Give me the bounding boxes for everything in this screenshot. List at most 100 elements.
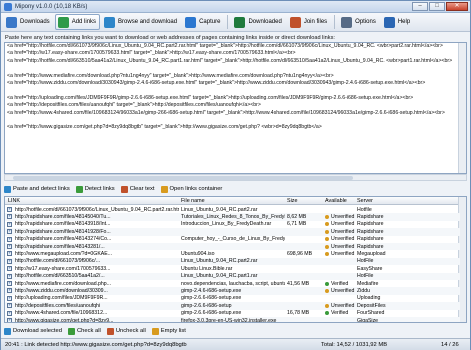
table-row[interactable]: http://www.ziddu.com/download/30309... gi…: [5, 287, 460, 295]
cell-server: Mediafire: [357, 280, 379, 287]
cell-available: Verified: [331, 310, 349, 317]
row-checkbox[interactable]: [7, 295, 12, 301]
row-checkbox[interactable]: [7, 258, 12, 264]
paste-text-line: <a href="http://uploading.com/files/JDM9…: [7, 94, 414, 101]
cell-size: 16,78 MB: [287, 310, 310, 317]
table-row[interactable]: http://rapidshare.com/files/48143281/...…: [5, 243, 460, 251]
paste-vertical-scrollbar[interactable]: [458, 43, 466, 173]
cell-link: http://rapidshare.com/files/48143281/...: [15, 243, 105, 250]
clear-text-button[interactable]: Clear text: [120, 185, 155, 193]
row-checkbox[interactable]: [7, 207, 12, 212]
minimize-button[interactable]: ‒: [412, 2, 428, 11]
column-header-file[interactable]: File name: [181, 198, 205, 204]
paste-text-line: [5, 65, 466, 72]
table-row[interactable]: http://depositfiles.com/files/uanoufqhi g…: [5, 302, 460, 310]
table-row[interactable]: http://rapidshare.com/files/48145040/Tu.…: [5, 213, 460, 221]
empty-list-button[interactable]: Empty list: [151, 327, 186, 335]
table-row[interactable]: http://w17.easy-share.com/1700579633... U…: [5, 265, 460, 272]
verified-status-icon: [325, 311, 329, 316]
cell-server: Rapidshare: [357, 228, 384, 235]
cell-link: http://hotfile.com/dl/661073/9f906c/Linu…: [15, 206, 179, 213]
row-checkbox[interactable]: [7, 318, 12, 322]
table-row[interactable]: http://rapidshare.com/files/48143274/Co.…: [5, 236, 460, 243]
cell-link: http://w17.easy-share.com/1700579633...: [15, 265, 111, 272]
row-checkbox[interactable]: [7, 236, 12, 242]
folder-icon: [160, 185, 168, 193]
cell-server: FourShared: [357, 310, 385, 317]
unverified-status-icon: [325, 222, 329, 227]
cell-file: gimp-2.6.6-i686-setup.exe: [181, 310, 242, 317]
paste-text-line: <a href="http://www.mediafire.com/downlo…: [7, 72, 334, 79]
paste-textarea[interactable]: <a href="http://hotfile.com/dl/661073/9f…: [4, 42, 467, 174]
open-links-container-button[interactable]: Open links container: [160, 185, 222, 193]
toolbar-add-links-button[interactable]: Add links: [54, 14, 101, 30]
detect-icon: [75, 185, 83, 193]
row-checkbox[interactable]: [7, 288, 12, 294]
maximize-button[interactable]: □: [429, 2, 445, 11]
table-row[interactable]: http://www.mediafire.com/download.php...…: [5, 280, 460, 287]
toolbar-options-button[interactable]: Options: [338, 14, 380, 30]
detect-links-button[interactable]: Detect links: [75, 185, 115, 193]
row-checkbox[interactable]: [7, 244, 12, 249]
toolbar-join-files-button[interactable]: Join files: [287, 14, 331, 30]
cell-size: 6,71 MB: [287, 221, 307, 228]
paste-horizontal-scrollbar[interactable]: [4, 174, 467, 181]
table-row[interactable]: http://rapidshare.com/files/48143918/Int…: [5, 221, 460, 228]
row-checkbox[interactable]: [7, 229, 12, 235]
row-checkbox[interactable]: [7, 251, 12, 257]
title-bar: Mipony v1.0.0 (10,18 KB/s) ‒ □ ✕: [1, 1, 470, 13]
download-selected-button[interactable]: Download selected: [4, 327, 62, 335]
column-header-link[interactable]: LINK: [8, 198, 20, 204]
column-header-size[interactable]: Size: [287, 198, 298, 204]
window-title: Mipony v1.0.0 (10,18 KB/s): [15, 3, 88, 10]
unverified-status-icon: [325, 251, 329, 256]
row-checkbox[interactable]: [7, 303, 12, 309]
cell-server: Megaupload: [357, 250, 386, 257]
status-bar: 20:41 : Link detected http://www.gigasiz…: [1, 338, 470, 350]
row-checkbox[interactable]: [7, 266, 12, 272]
cell-server: DepositFiles: [357, 302, 386, 309]
column-header-available[interactable]: Available: [325, 198, 347, 204]
app-window: Mipony v1.0.0 (10,18 KB/s) ‒ □ ✕ Downloa…: [0, 0, 471, 350]
row-checkbox[interactable]: [7, 310, 12, 316]
check-all-button[interactable]: Check all: [67, 327, 101, 335]
toolbar-browse-button[interactable]: Browse and download: [101, 14, 181, 30]
uncheck-all-button[interactable]: Uncheck all: [106, 327, 146, 335]
row-checkbox[interactable]: [7, 273, 12, 279]
table-row[interactable]: http://rapidshare.com/files/48141928/Fo.…: [5, 228, 460, 236]
app-icon: [4, 2, 12, 11]
table-row[interactable]: http://www.megaupload.com/?d=0GKAE... Ubu…: [5, 250, 460, 257]
scroll-thumb[interactable]: [13, 176, 353, 180]
cell-link: http://rapidshare.com/files/48143918/Int…: [15, 221, 111, 228]
table-row[interactable]: http://hotfile.com/dl/661073/9f906c/Linu…: [5, 206, 460, 213]
toolbar-separator: [334, 15, 336, 29]
row-checkbox[interactable]: [7, 214, 12, 220]
row-checkbox[interactable]: [7, 281, 12, 286]
options-icon: [341, 16, 353, 28]
table-row[interactable]: http://www.gigasize.com/get.php?d=8zy9..…: [5, 317, 460, 322]
table-row[interactable]: http://hotfile.com/dl/663510/5aa41a2/...…: [5, 272, 460, 280]
row-checkbox[interactable]: [7, 221, 12, 227]
status-message: 20:41 : Link detected http://www.gigasiz…: [5, 342, 187, 348]
table-row[interactable]: http://www.4shared.com/file/10968312... g…: [5, 310, 460, 317]
empty-list-icon: [151, 327, 159, 335]
paste-actions: Paste and detect links Detect links Clea…: [4, 184, 222, 194]
toolbar-downloaded-button[interactable]: Downloaded: [231, 14, 285, 30]
paste-text-line: <a href="http://www.4shared.com/file/109…: [7, 109, 445, 116]
cell-available: Unverified: [331, 221, 355, 228]
paste-text-line: <a href="http://www.ziddu.com/download/3…: [7, 79, 426, 86]
column-header-server[interactable]: Server: [357, 198, 373, 204]
toolbar-help-button[interactable]: Help: [381, 14, 414, 30]
cell-available: Unverified: [331, 236, 355, 243]
paste-text-line: [5, 132, 466, 139]
toolbar-downloads-button[interactable]: Downloads: [3, 14, 54, 30]
paste-text-line: [5, 154, 466, 161]
paste-detect-button[interactable]: Paste and detect links: [4, 185, 70, 193]
close-button[interactable]: ✕: [446, 2, 468, 11]
toolbar-separator: [227, 15, 229, 29]
paste-text-line: <a href="http://hotfile.com/dl/661073/9f…: [7, 43, 443, 49]
cell-server: HotFile: [357, 273, 374, 280]
table-row[interactable]: http://hotfile.com/dl/661073/9f906c/... L…: [5, 257, 460, 266]
toolbar-capture-button[interactable]: Capture: [182, 14, 224, 30]
table-row[interactable]: http://uploading.com/files/JDM9F9F9R... g…: [5, 295, 460, 302]
